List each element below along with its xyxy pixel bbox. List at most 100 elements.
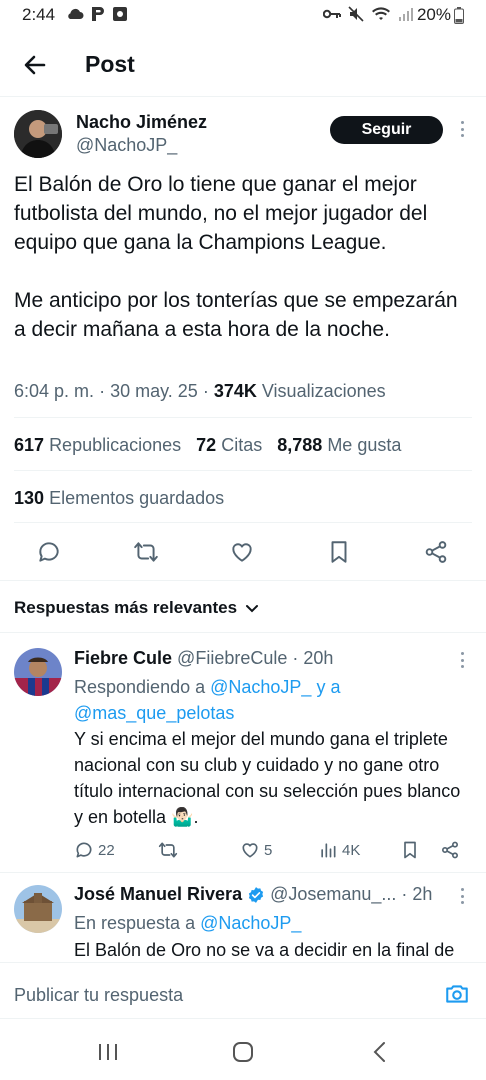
like-icon bbox=[242, 843, 258, 858]
divider bbox=[14, 470, 472, 471]
recents-icon bbox=[99, 1044, 117, 1060]
share-button[interactable] bbox=[423, 539, 451, 567]
repost-icon bbox=[134, 542, 158, 562]
status-left-icons bbox=[66, 6, 128, 22]
reply-views-button[interactable]: 4K bbox=[318, 840, 360, 860]
wifi-icon bbox=[372, 7, 390, 20]
author-handle[interactable]: @NachoJP_ bbox=[76, 135, 177, 156]
reply-button[interactable] bbox=[36, 539, 64, 567]
back-nav-button[interactable] bbox=[370, 1041, 390, 1063]
reply-time[interactable]: 2h bbox=[412, 884, 432, 905]
post-time[interactable]: 6:04 p. m. bbox=[14, 381, 94, 401]
views-count: 374K bbox=[213, 381, 257, 401]
battery-percent: 20% bbox=[416, 5, 451, 24]
author-name[interactable]: Nacho Jiménez bbox=[76, 112, 207, 133]
reply-composer: Publicar tu respuesta bbox=[0, 962, 486, 1024]
back-chevron-icon bbox=[373, 1042, 385, 1062]
reply-avatar[interactable] bbox=[14, 648, 62, 696]
quotes-stat[interactable]: 72 Citas bbox=[196, 435, 262, 455]
reply-time[interactable]: 20h bbox=[303, 648, 333, 668]
mute-icon bbox=[348, 6, 364, 22]
divider bbox=[0, 580, 486, 581]
back-button[interactable] bbox=[20, 50, 50, 80]
post-more-button[interactable] bbox=[457, 121, 467, 137]
page-title: Post bbox=[85, 51, 135, 77]
android-nav-bar bbox=[0, 1025, 486, 1080]
divider bbox=[14, 522, 472, 523]
back-arrow-icon bbox=[24, 55, 46, 75]
reply-author-name[interactable]: José Manuel Rivera bbox=[74, 884, 242, 905]
like-count: 5 bbox=[264, 841, 273, 859]
reply-more-button[interactable] bbox=[457, 652, 467, 668]
divider bbox=[0, 632, 486, 633]
reply-reply-button[interactable]: 22 bbox=[74, 840, 115, 860]
repost-button[interactable] bbox=[133, 539, 161, 567]
signal-icon bbox=[399, 8, 413, 21]
divider bbox=[0, 1018, 486, 1019]
camera-button[interactable] bbox=[444, 981, 470, 1007]
likes-stat[interactable]: 8,788 Me gusta bbox=[277, 435, 401, 455]
reply-author-handle[interactable]: @Josemanu_... bbox=[270, 884, 396, 905]
avatar-image bbox=[14, 110, 62, 158]
p-app-icon bbox=[92, 7, 104, 21]
reply-bookmark-button[interactable] bbox=[400, 840, 420, 860]
reply-text: Y si encima el mejor del mundo gana el t… bbox=[74, 729, 461, 827]
reply-repost-button[interactable] bbox=[158, 840, 178, 860]
separator: · bbox=[401, 884, 408, 904]
divider bbox=[14, 417, 472, 418]
reposts-stat[interactable]: 617 Republicaciones bbox=[14, 435, 181, 455]
verified-badge-icon bbox=[248, 886, 264, 903]
replying-to: Respondiendo a @NachoJP_ y a @mas_que_pe… bbox=[74, 677, 341, 723]
post-date[interactable]: 30 may. 25 bbox=[110, 381, 198, 401]
like-button[interactable] bbox=[229, 539, 257, 567]
reply-text: El Balón de Oro no se va a decidir en la… bbox=[74, 940, 455, 960]
reply-header: Fiebre Cule @FiiebreCule · 20h bbox=[74, 648, 333, 669]
reply-author-handle[interactable]: @FiiebreCule bbox=[177, 648, 287, 668]
reply-input[interactable]: Publicar tu respuesta bbox=[14, 985, 183, 1006]
reply-like-button[interactable]: 5 bbox=[240, 840, 272, 860]
key-icon bbox=[323, 9, 341, 19]
battery-icon bbox=[454, 6, 464, 24]
follow-button[interactable]: Seguir bbox=[330, 116, 443, 144]
reply-author-name[interactable]: Fiebre Cule bbox=[74, 648, 172, 668]
repost-icon bbox=[158, 842, 178, 858]
post-paragraph-2: Me anticipo por los tonterías que se emp… bbox=[14, 289, 458, 341]
separator: · bbox=[202, 381, 209, 401]
top-bar: Post bbox=[0, 38, 486, 94]
separator: · bbox=[292, 648, 299, 668]
home-button[interactable] bbox=[231, 1041, 255, 1063]
mention-link[interactable]: @NachoJP_ bbox=[200, 913, 301, 933]
share-icon bbox=[442, 841, 458, 859]
chevron-down-icon bbox=[246, 605, 259, 613]
reply-share-button[interactable] bbox=[440, 840, 460, 860]
replies-sort-dropdown[interactable]: Respuestas más relevantes bbox=[14, 598, 259, 618]
status-right-icons bbox=[323, 6, 414, 22]
views-label: Visualizaciones bbox=[261, 381, 386, 401]
mention-link[interactable]: @NachoJP_ bbox=[210, 677, 311, 697]
views-count: 4K bbox=[342, 841, 361, 859]
mention-link[interactable]: @mas_que_pelotas bbox=[74, 703, 234, 723]
post-action-bar bbox=[0, 535, 486, 571]
reply-more-button[interactable] bbox=[457, 888, 467, 904]
bookmark-icon bbox=[404, 841, 416, 859]
post-paragraph-1: El Balón de Oro lo tiene que ganar el me… bbox=[14, 173, 428, 254]
like-icon bbox=[232, 543, 252, 562]
avatar-image bbox=[14, 648, 62, 696]
replying-conjunction: y a bbox=[316, 677, 341, 697]
author-avatar[interactable] bbox=[14, 110, 62, 158]
separator: · bbox=[99, 381, 106, 401]
status-bar: 2:44 20% bbox=[0, 0, 486, 30]
replies-sort-label: Respuestas más relevantes bbox=[14, 598, 238, 617]
post-meta: 6:04 p. m. · 30 may. 25 · 374K Visualiza… bbox=[14, 381, 386, 402]
post-text: El Balón de Oro lo tiene que ganar el me… bbox=[14, 170, 474, 344]
reply-avatar[interactable] bbox=[14, 885, 62, 933]
recents-button[interactable] bbox=[96, 1042, 120, 1062]
battery-indicator: 20% bbox=[417, 5, 464, 25]
home-icon bbox=[233, 1042, 253, 1062]
share-icon bbox=[425, 541, 447, 563]
bookmarks-stat[interactable]: 130 Elementos guardados bbox=[14, 488, 224, 509]
divider bbox=[0, 96, 486, 97]
bookmark-button[interactable] bbox=[326, 539, 354, 567]
replying-to: En respuesta a @NachoJP_ bbox=[74, 913, 302, 933]
reply-count: 22 bbox=[98, 841, 115, 859]
